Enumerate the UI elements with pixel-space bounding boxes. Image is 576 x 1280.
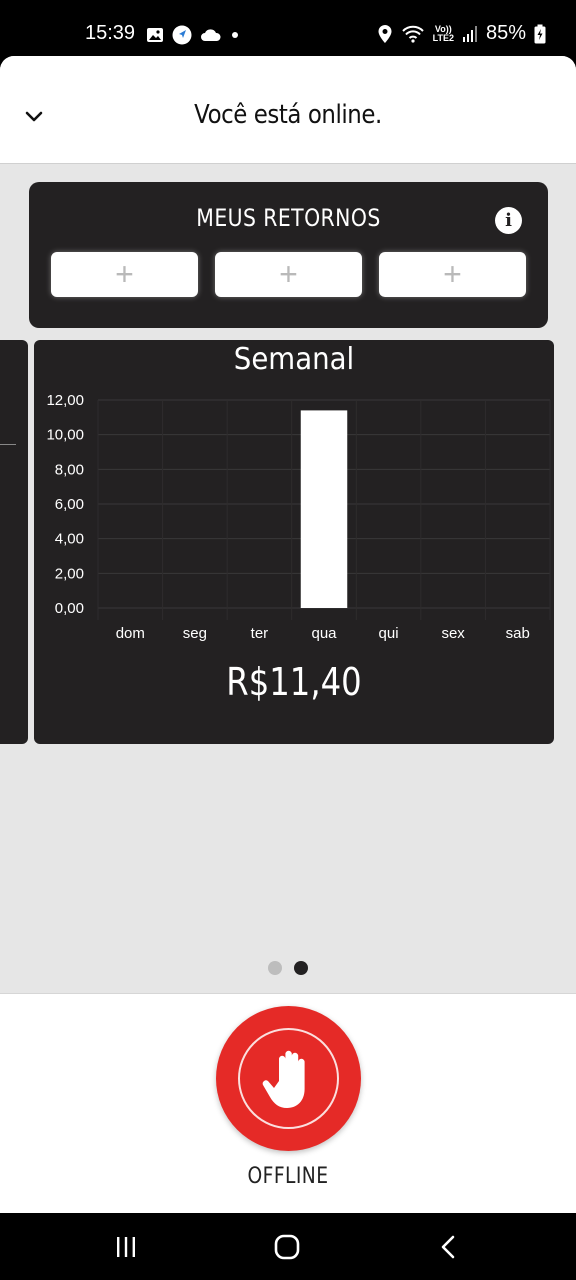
y-tick-label: 4,00 <box>55 531 84 548</box>
return-slot-2[interactable]: + <box>215 252 362 297</box>
return-slot-3[interactable]: + <box>379 252 526 297</box>
info-icon[interactable]: i <box>495 207 522 234</box>
network-type: Vo)) LTE2 <box>432 24 454 43</box>
x-tick-label: seg <box>183 625 207 642</box>
signal-icon <box>462 25 477 42</box>
y-tick-label: 0,00 <box>55 600 84 617</box>
battery-charging-icon <box>534 24 546 43</box>
navigation-bar <box>0 1213 576 1280</box>
y-tick-label: 12,00 <box>46 392 84 409</box>
x-tick-label: dom <box>116 625 145 642</box>
returns-title: MEUS RETORNOS <box>196 204 381 232</box>
navigation-icon <box>172 25 192 45</box>
weekly-chart-card[interactable]: 0,00 2,00 4,00 6,00 8,00 10,00 12,00 dom seg ter q… <box>34 340 554 744</box>
home-icon <box>274 1234 300 1260</box>
header: Você está online. <box>0 56 576 164</box>
page-dot-2[interactable] <box>294 961 308 975</box>
bottom-panel: OFFLINE <box>0 993 576 1213</box>
page-dot-1[interactable] <box>268 961 282 975</box>
battery-percent: 85% <box>485 22 526 44</box>
return-slot-1[interactable]: + <box>51 252 198 297</box>
notification-icons <box>146 25 240 45</box>
recents-icon <box>117 1237 135 1257</box>
location-icon <box>378 24 392 43</box>
weekly-chart: 0,00 2,00 4,00 6,00 8,00 10,00 12,00 dom seg ter q… <box>46 392 551 642</box>
y-tick-label: 8,00 <box>55 461 84 478</box>
x-tick-label: qui <box>379 625 399 642</box>
back-button[interactable] <box>428 1231 468 1263</box>
offline-button-ring <box>238 1028 339 1129</box>
x-tick-label: sab <box>506 625 530 642</box>
y-tick-label: 2,00 <box>55 565 84 582</box>
y-tick-label: 10,00 <box>46 427 84 444</box>
main-sheet: Você está online. MEUS RETORNOS i + + + … <box>0 56 576 1213</box>
recents-button[interactable] <box>106 1231 146 1263</box>
status-time: 15:39 <box>85 22 136 44</box>
page-title: Você está online. <box>194 100 382 130</box>
chart-bar <box>300 410 348 608</box>
x-tick-label: qua <box>311 625 337 642</box>
home-button[interactable] <box>267 1231 307 1263</box>
network-label-bottom: LTE2 <box>432 32 454 43</box>
offline-label: OFFLINE <box>247 1164 329 1189</box>
system-icons: Vo)) LTE2 85% <box>377 22 546 45</box>
offline-button[interactable] <box>216 1006 361 1151</box>
cloud-icon <box>201 29 221 41</box>
chart-title: Semanal <box>233 342 355 377</box>
x-tick-label: ter <box>251 625 269 642</box>
hand-stop-icon <box>262 1050 305 1108</box>
wifi-icon <box>401 25 424 43</box>
back-icon <box>441 1235 455 1259</box>
gallery-icon <box>147 28 163 42</box>
returns-card: MEUS RETORNOS i + + + <box>29 182 548 328</box>
y-tick-label: 6,00 <box>55 496 84 513</box>
x-tick-label: sex <box>441 625 465 642</box>
dot-icon <box>232 32 238 38</box>
chart-total: R$11,40 <box>226 660 362 704</box>
previous-chart-line <box>0 444 16 445</box>
page-indicator <box>268 961 308 975</box>
previous-chart-card[interactable] <box>0 340 28 744</box>
